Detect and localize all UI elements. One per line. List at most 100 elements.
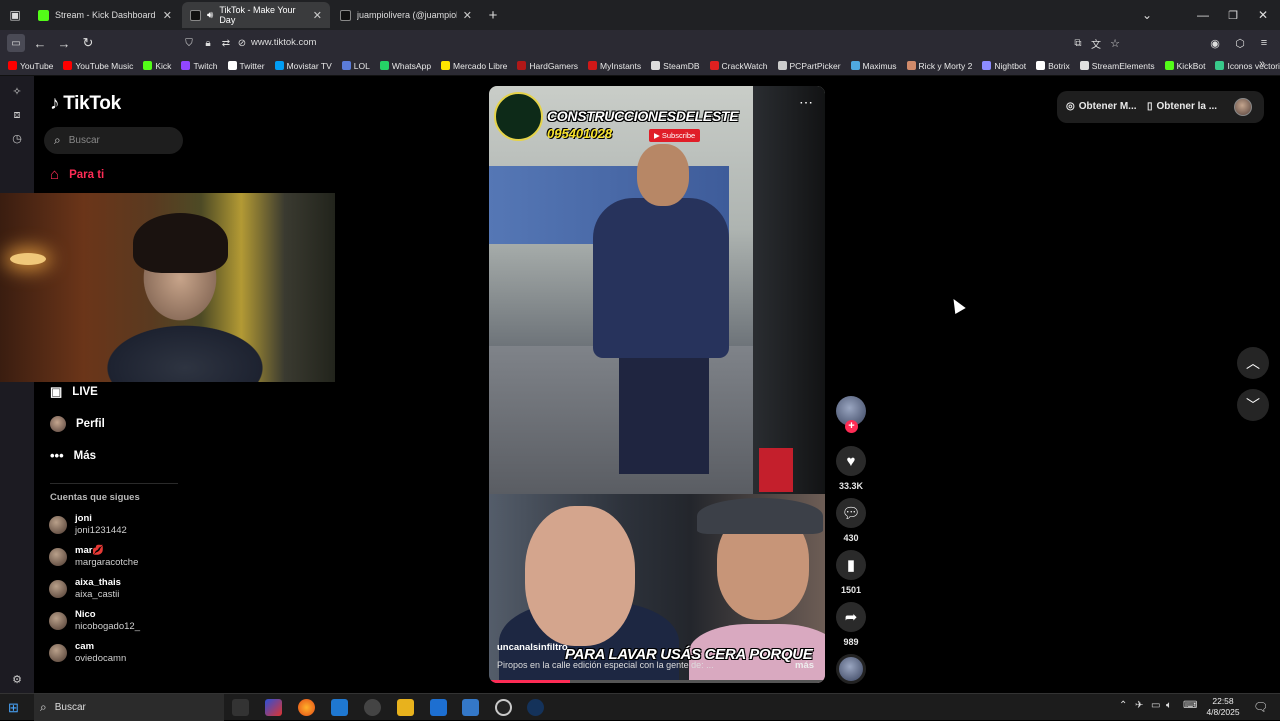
close-tab-icon[interactable]: ✕ xyxy=(313,9,322,22)
list-tabs-icon[interactable]: ⌄ xyxy=(1132,0,1162,30)
video-author[interactable]: uncanalsinfiltro xyxy=(497,642,568,653)
synced-tabs-icon[interactable]: ⧈ xyxy=(10,108,24,122)
tab-tiktok-home[interactable]: 🔊︎ TikTok - Make Your Day ✕ xyxy=(182,2,330,28)
extensions-icon[interactable]: ⬡ xyxy=(1231,34,1249,52)
no-autoplay-icon[interactable]: ⊘ xyxy=(233,34,251,52)
tray-overflow-icon[interactable]: ⌃ xyxy=(1119,700,1127,711)
video-progress-bar[interactable] xyxy=(489,680,825,683)
url-field[interactable]: www.tiktok.com xyxy=(251,37,316,48)
store-icon[interactable] xyxy=(331,699,348,716)
tab-kick-dashboard[interactable]: Stream - Kick Dashboard ✕ xyxy=(30,2,180,28)
speaker-icon[interactable]: 🔊︎ xyxy=(207,10,213,21)
search-icon: ⌕ xyxy=(40,700,47,714)
bookmark-item[interactable]: Iconos vectoriales y sti... xyxy=(1215,61,1280,71)
settings-icon[interactable] xyxy=(364,699,381,716)
tray-app-icon[interactable]: ✈ xyxy=(1135,700,1143,711)
file-explorer-icon[interactable] xyxy=(397,699,414,716)
app-menu-icon[interactable]: ≡ xyxy=(1255,34,1273,52)
share-button[interactable]: ➦ 989 xyxy=(836,602,866,647)
following-account[interactable]: cam oviedocamn xyxy=(49,641,126,665)
following-account[interactable]: joni joni1231442 xyxy=(49,513,127,537)
more-bookmarks-icon[interactable]: » xyxy=(1259,58,1265,70)
bookmark-item[interactable]: StreamElements xyxy=(1079,61,1155,71)
nav-para-ti[interactable]: ⌂ Para ti xyxy=(50,166,104,183)
customize-sidebar-icon[interactable]: ⚙ xyxy=(10,672,24,686)
music-disc[interactable] xyxy=(836,654,866,684)
steam-icon[interactable] xyxy=(527,699,544,716)
windows-start-icon[interactable]: ⊞ xyxy=(8,700,19,716)
bookmark-item[interactable]: Nightbot xyxy=(982,61,1026,71)
bookmark-item[interactable]: Twitch xyxy=(181,61,218,71)
bookmark-item[interactable]: Botrix xyxy=(1036,61,1070,71)
firefox-icon[interactable] xyxy=(298,699,315,716)
bookmark-item[interactable]: YouTube Music xyxy=(63,61,133,71)
ai-chat-icon[interactable]: ✧ xyxy=(10,84,24,98)
bookmark-item[interactable]: Maximus xyxy=(850,61,897,71)
outlook-icon[interactable] xyxy=(430,699,447,716)
back-icon[interactable]: ← xyxy=(31,34,49,52)
video-options-icon[interactable]: ⋯ xyxy=(799,94,813,111)
bookmark-item[interactable]: Rick y Morty 2 xyxy=(906,61,972,71)
bookmark-item[interactable]: Twitter xyxy=(227,61,265,71)
bookmark-item[interactable]: KickBot xyxy=(1164,61,1205,71)
like-button[interactable]: ♥ 33.3K xyxy=(836,446,866,491)
lock-icon[interactable]: 🔒︎ xyxy=(199,34,217,52)
bookmark-item[interactable]: Mercado Libre xyxy=(441,61,507,71)
bookmark-item[interactable]: YouTube xyxy=(8,61,53,71)
taskbar-clock[interactable]: 22:58 4/8/2025 xyxy=(1205,696,1241,718)
history-icon[interactable]: ◷ xyxy=(10,131,24,145)
previous-video-button[interactable]: ︿ xyxy=(1237,347,1269,379)
bookmark-item[interactable]: Kick xyxy=(143,61,171,71)
bookmark-item[interactable]: WhatsApp xyxy=(379,61,431,71)
close-tab-icon[interactable]: ✕ xyxy=(463,9,472,22)
window-close-icon[interactable]: ✕ xyxy=(1248,0,1278,30)
sidebar-toggle-icon[interactable]: ▭ xyxy=(7,34,25,52)
following-account[interactable]: aixa_thais aixa_castii xyxy=(49,577,121,601)
bookmark-item[interactable]: CrackWatch xyxy=(709,61,768,71)
app-icon[interactable] xyxy=(265,699,282,716)
reload-icon[interactable]: ↻ xyxy=(79,34,97,52)
show-more-link[interactable]: más xyxy=(795,660,814,671)
account-icon[interactable]: ◉ xyxy=(1206,34,1224,52)
next-video-button[interactable]: ﹀ xyxy=(1237,389,1269,421)
following-account[interactable]: Nico nicobogado12_ xyxy=(49,609,140,633)
tab-overview-icon[interactable]: ▣ xyxy=(0,0,30,30)
task-view-icon[interactable] xyxy=(232,699,249,716)
new-tab-button[interactable]: + xyxy=(478,0,508,30)
bookmark-item[interactable]: SteamDB xyxy=(651,61,700,71)
close-tab-icon[interactable]: ✕ xyxy=(163,9,172,22)
tab-juampiolivera[interactable]: juampiolivera (@juampiolivera_ ✕ xyxy=(332,2,480,28)
user-avatar[interactable] xyxy=(1234,98,1252,116)
bookmark-item[interactable]: PCPartPicker xyxy=(777,61,841,71)
video-player[interactable]: CONSTRUCCIONESDELESTE 095401028 ▶ Subscr… xyxy=(489,86,825,683)
volume-icon[interactable]: 🔈︎ xyxy=(1166,700,1172,711)
obs-icon[interactable] xyxy=(495,699,512,716)
tiktok-logo[interactable]: ♪ TikTok xyxy=(50,93,121,115)
window-app-icon[interactable] xyxy=(462,699,479,716)
bookmark-item[interactable]: Movistar TV xyxy=(274,61,332,71)
bookmark-item[interactable]: HardGamers xyxy=(517,61,578,71)
nav-live[interactable]: ▣ LIVE xyxy=(50,384,98,400)
nav-perfil[interactable]: Perfil xyxy=(50,416,105,432)
minimize-icon[interactable]: — xyxy=(1188,0,1218,30)
tracking-protection-icon[interactable]: ⛉ xyxy=(180,34,198,52)
nav-mas[interactable]: ••• Más xyxy=(50,448,96,463)
follow-plus-icon[interactable]: + xyxy=(845,420,858,433)
screenshot-icon[interactable]: ⧉ xyxy=(1069,34,1087,52)
get-desktop-app-button[interactable]: ◎ Obtener M... xyxy=(1066,101,1137,112)
following-account[interactable]: mar💋 margaracotche xyxy=(49,545,138,569)
bookmark-star-icon[interactable]: ☆ xyxy=(1106,34,1124,52)
forward-icon[interactable]: → xyxy=(55,34,73,52)
save-button[interactable]: ▮ 1501 xyxy=(836,550,866,595)
taskbar-search-input[interactable]: ⌕ Buscar xyxy=(34,694,224,721)
network-icon[interactable]: ▭ xyxy=(1151,700,1160,711)
notifications-icon[interactable]: 🗨︎ xyxy=(1253,700,1268,714)
translate-icon[interactable]: 文 xyxy=(1087,34,1105,52)
comment-button[interactable]: 💬︎ 430 xyxy=(836,498,866,543)
search-input[interactable]: ⌕ Buscar xyxy=(44,127,183,154)
restore-icon[interactable]: ❐ xyxy=(1218,0,1248,30)
keyboard-icon[interactable]: ⌨ xyxy=(1183,700,1197,711)
bookmark-item[interactable]: MyInstants xyxy=(588,61,641,71)
get-mobile-app-button[interactable]: ▯ Obtener la ... xyxy=(1147,101,1217,112)
bookmark-item[interactable]: LOL xyxy=(341,61,370,71)
